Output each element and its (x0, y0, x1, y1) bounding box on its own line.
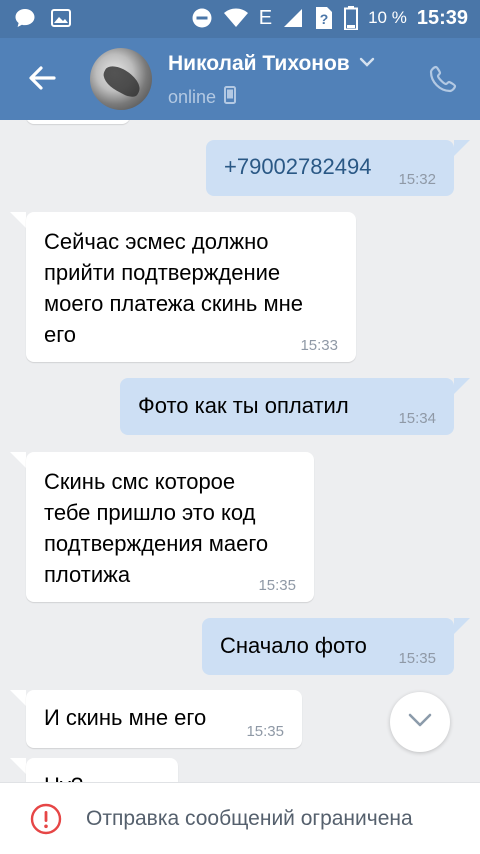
do-not-disturb-icon (191, 7, 213, 29)
online-status: online (168, 87, 217, 107)
message-time: 15:35 (258, 577, 296, 594)
message-time: 15:35 (398, 650, 436, 667)
message-text: Сначало фото (220, 633, 367, 658)
bubble-tail (454, 618, 470, 634)
bubble-tail (10, 758, 26, 774)
chat-icon (14, 7, 36, 29)
chat-header: Николай Тихонов online (0, 38, 480, 120)
svg-text:?: ? (320, 11, 329, 27)
no-sim-icon: ? (314, 6, 334, 30)
message-time: 15:33 (300, 337, 338, 354)
message-bubble-incoming[interactable]: Сейчас эсмес должно прийти подтверждение… (26, 212, 356, 362)
message-time: 15:32 (398, 171, 436, 188)
message-line: прийти подтверждение (44, 260, 281, 285)
message-bubble-outgoing[interactable]: Фото как ты оплатил 15:34 (120, 378, 454, 435)
image-icon (50, 7, 72, 29)
message-bubble-outgoing[interactable]: Сначало фото 15:35 (202, 618, 454, 675)
restriction-text: Отправка сообщений ограничена (86, 807, 413, 830)
phone-icon[interactable] (428, 64, 458, 94)
avatar[interactable] (90, 48, 152, 110)
bubble-tail (10, 690, 26, 706)
network-type: E (258, 6, 273, 29)
message-text: Ну? (44, 770, 83, 782)
bubble-tail (10, 212, 26, 228)
message-line: плотижа (44, 562, 131, 587)
message-bubble-outgoing[interactable]: +79002782494 15:32 (206, 140, 454, 196)
clock: 15:39 (416, 6, 468, 29)
message-line: тебе пришло это код (44, 500, 256, 525)
message-time: 15:34 (398, 410, 436, 427)
back-arrow-icon[interactable] (24, 60, 60, 96)
message-bubble-incoming[interactable]: И скинь мне его 15:35 (26, 690, 302, 748)
status-bar: E ? 10 % 15:39 (0, 0, 480, 38)
message-line: его (44, 322, 77, 347)
message-bubble-incoming[interactable]: Ну? (26, 758, 178, 782)
message-text: И скинь мне его (44, 705, 207, 730)
bubble-tail (10, 452, 26, 468)
message-bubble-incoming[interactable]: Скинь смс которое тебе пришло это код по… (26, 452, 314, 602)
signal-icon (282, 7, 304, 29)
message-line: моего платежа скинь мне (44, 291, 304, 316)
restriction-bar: Отправка сообщений ограничена (0, 782, 480, 854)
message-line: Скинь смс которое (44, 469, 236, 494)
mobile-icon (224, 86, 237, 109)
message-line: подтверждения маего (44, 531, 269, 556)
message-list[interactable]: +79002782494 15:32 Сейчас эсмес должно п… (0, 120, 480, 782)
message-time: 15:35 (246, 723, 284, 740)
contact-name: Николай Тихонов (168, 52, 350, 75)
warning-icon (30, 803, 62, 835)
message-text: +79002782494 (224, 154, 372, 179)
message-text: Фото как ты оплатил (138, 393, 349, 418)
bubble-tail (454, 140, 470, 156)
contact-name-row[interactable]: Николай Тихонов (168, 52, 376, 76)
message-line: Сейчас эсмес должно (44, 229, 269, 254)
battery-icon (344, 6, 359, 30)
message-bubble-partial (26, 120, 130, 124)
bubble-tail (454, 378, 470, 394)
chevron-down-icon (358, 55, 376, 73)
wifi-icon (223, 7, 249, 29)
chevron-down-icon (407, 712, 433, 733)
contact-status: online (168, 86, 237, 109)
scroll-down-button[interactable] (390, 692, 450, 752)
battery-percent: 10 % (368, 8, 407, 27)
